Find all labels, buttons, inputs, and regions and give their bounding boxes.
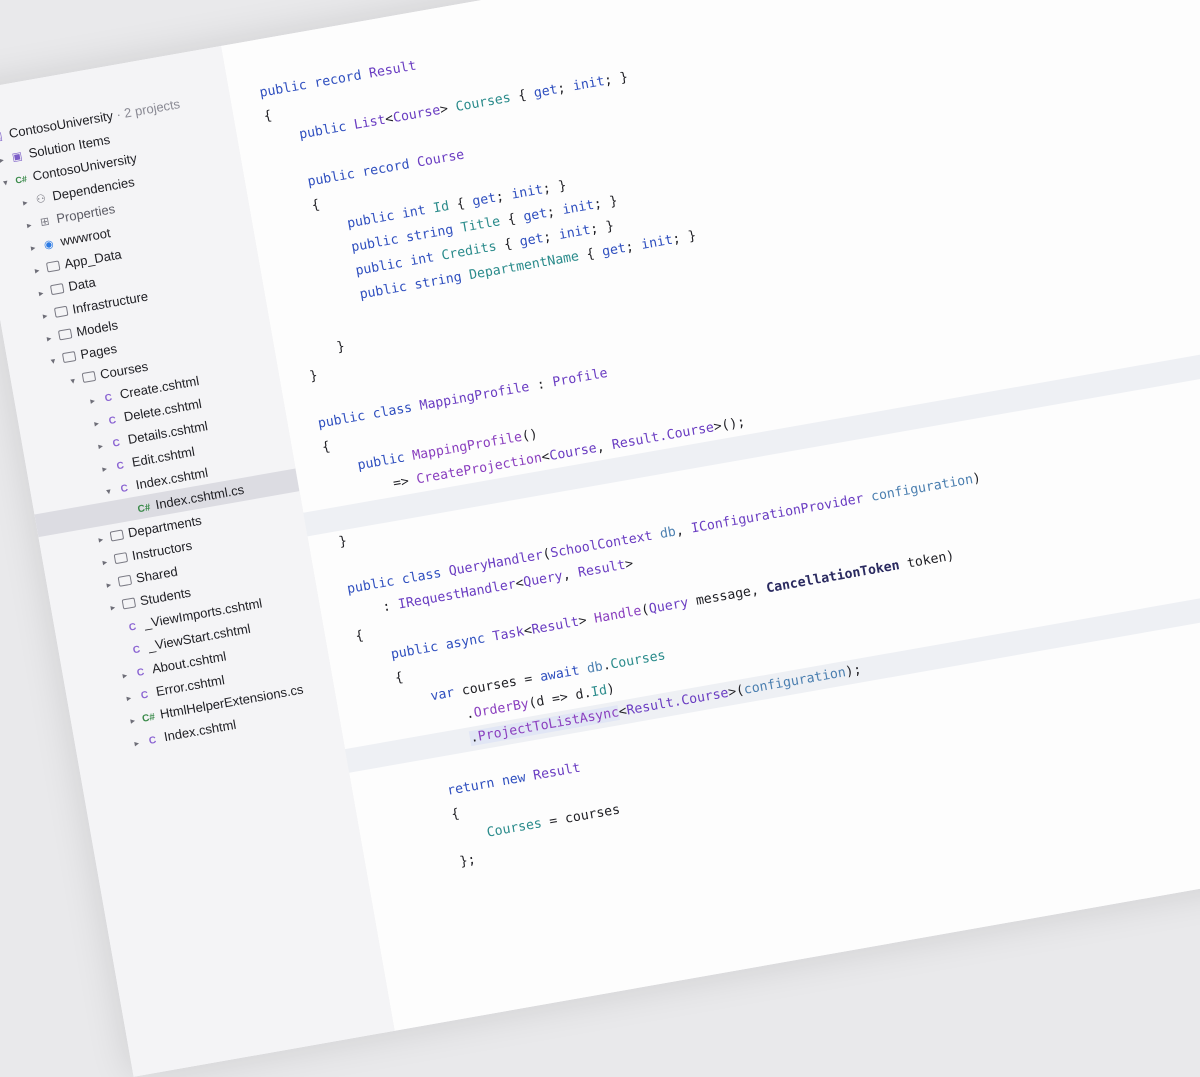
code-token: } <box>308 368 319 385</box>
code-token: init <box>561 197 596 219</box>
code-token: await <box>538 661 589 686</box>
code-token: init <box>571 74 606 95</box>
code-token: { <box>450 806 461 823</box>
code-token: { <box>310 197 322 214</box>
tree-item-label: Models <box>75 317 120 340</box>
code-token: Query <box>647 595 690 618</box>
tree-item-label: Shared <box>134 563 179 586</box>
code-token: ; } <box>671 228 698 248</box>
code-token: Course <box>548 440 598 465</box>
code-token: } <box>337 533 349 550</box>
ide-window: ▾▣ContosoUniversity · 2 projects ▸▣Solut… <box>0 0 1200 1077</box>
code-token: { <box>262 108 274 125</box>
code-token: : <box>527 375 555 395</box>
code-token: get <box>600 240 628 260</box>
code-token: get <box>532 82 559 102</box>
code-token: ; } <box>603 69 630 89</box>
code-token: List <box>352 112 387 133</box>
code-token: Task <box>491 624 526 645</box>
code-token: Query <box>522 568 564 591</box>
code-token: () <box>520 427 539 445</box>
code-token: Course <box>415 147 466 171</box>
code-token: get <box>518 231 545 250</box>
code-token: token) <box>898 548 956 573</box>
code-editor[interactable]: public record Result{ public List<Course… <box>220 0 1200 1031</box>
code-view[interactable]: public record Result{ public List<Course… <box>258 0 1200 886</box>
tree-item-label: Pages <box>79 340 119 362</box>
code-token: ) <box>605 681 617 698</box>
code-token: Profile <box>551 365 609 391</box>
code-token: { <box>447 194 474 214</box>
code-token: get <box>522 206 549 225</box>
razor-file-icon: C <box>148 734 158 747</box>
code-token: init <box>640 232 674 253</box>
code-token: ; } <box>592 193 619 213</box>
code-token: { <box>354 628 365 645</box>
code-token: ; } <box>541 178 568 198</box>
code-token: get <box>471 190 498 210</box>
code-token: public <box>298 118 356 143</box>
code-token: ); <box>844 662 863 680</box>
code-token: public <box>258 77 309 101</box>
code-token: ) <box>971 470 983 487</box>
code-token: Course <box>391 103 442 127</box>
code-token: var <box>429 684 464 705</box>
code-token: { <box>498 210 525 230</box>
code-token: init <box>510 182 545 203</box>
code-token: Courses <box>609 648 667 673</box>
code-token: } <box>335 339 347 356</box>
code-token: { <box>495 235 522 255</box>
code-token: Result <box>530 614 581 638</box>
code-token: ; } <box>589 218 616 238</box>
code-token: > <box>623 556 635 573</box>
code-token: Title <box>459 214 502 236</box>
code-token: Result <box>367 58 418 82</box>
code-token: Courses <box>454 90 512 116</box>
code-token: { <box>321 439 332 456</box>
code-token: { <box>577 245 604 264</box>
code-token: Result <box>576 557 627 581</box>
code-token: Handle <box>593 603 643 627</box>
code-token: }; <box>458 852 477 870</box>
code-token: Result <box>532 760 582 784</box>
code-token: => <box>391 472 418 492</box>
code-token: { <box>393 670 405 687</box>
code-token: { <box>509 86 536 106</box>
code-token: Courses <box>485 816 544 841</box>
code-token: >(); <box>712 414 747 436</box>
code-token: init <box>557 222 592 244</box>
tree-item-label: Data <box>67 274 97 295</box>
